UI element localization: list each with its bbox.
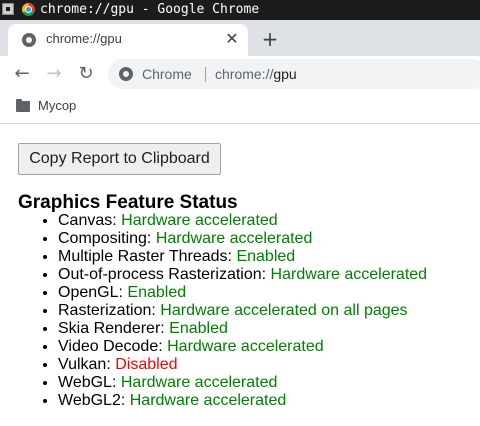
url-text[interactable]: chrome://gpu bbox=[215, 66, 297, 82]
feature-name: WebGL: bbox=[58, 374, 117, 391]
copy-report-button[interactable]: Copy Report to Clipboard bbox=[18, 143, 221, 175]
feature-status: Hardware accelerated bbox=[167, 338, 324, 355]
reload-icon[interactable]: ↻ bbox=[74, 62, 98, 86]
folder-icon[interactable] bbox=[16, 99, 30, 112]
omnibox-separator bbox=[205, 67, 206, 82]
feature-status-list: Canvas: Hardware acceleratedCompositing:… bbox=[18, 212, 427, 410]
chrome-logo-icon bbox=[22, 3, 35, 16]
tab-title: chrome://gpu bbox=[46, 31, 122, 46]
new-tab-button[interactable]: + bbox=[258, 28, 282, 52]
section-title: Graphics Feature Status bbox=[18, 192, 238, 213]
feature-status: Hardware accelerated bbox=[129, 392, 287, 409]
bookmark-folder-mycop[interactable]: Mycop bbox=[38, 98, 76, 113]
feature-status: Hardware accelerated bbox=[155, 230, 313, 247]
os-title-bar: chrome://gpu - Google Chrome bbox=[0, 0, 480, 20]
tab-strip: chrome://gpu ✕ + bbox=[0, 20, 480, 56]
feature-status: Hardware accelerated bbox=[121, 212, 278, 229]
feature-item: Canvas: Hardware accelerated bbox=[58, 212, 427, 230]
feature-name: WebGL2: bbox=[58, 392, 126, 409]
feature-status: Disabled bbox=[115, 356, 178, 373]
feature-name: Video Decode: bbox=[58, 338, 163, 355]
feature-status: Enabled bbox=[169, 320, 228, 337]
feature-item: WebGL: Hardware accelerated bbox=[58, 374, 427, 392]
feature-name: Compositing: bbox=[58, 230, 152, 247]
feature-name: Out-of-process Rasterization: bbox=[58, 266, 267, 283]
feature-name: Canvas: bbox=[58, 212, 117, 229]
feature-item: WebGL2: Hardware accelerated bbox=[58, 392, 427, 410]
chrome-page-icon[interactable] bbox=[119, 67, 133, 81]
address-bar[interactable]: Chrome chrome://gpu bbox=[108, 59, 480, 89]
chrome-page-icon bbox=[22, 33, 36, 47]
window-menu-icon[interactable] bbox=[2, 3, 14, 15]
window-title: chrome://gpu - Google Chrome bbox=[40, 2, 260, 17]
url-host: gpu bbox=[273, 66, 297, 82]
feature-status: Enabled bbox=[236, 248, 296, 265]
url-scheme: chrome:// bbox=[215, 66, 274, 82]
feature-item: Rasterization: Hardware accelerated on a… bbox=[58, 302, 427, 320]
browser-toolbar: ← → ↻ Chrome chrome://gpu bbox=[0, 56, 480, 92]
close-icon[interactable]: ✕ bbox=[222, 29, 242, 49]
feature-status: Enabled bbox=[127, 284, 187, 301]
omnibox-chip: Chrome bbox=[142, 66, 192, 82]
tab-chrome-gpu[interactable]: chrome://gpu ✕ bbox=[8, 24, 248, 56]
page-content: Copy Report to Clipboard Graphics Featur… bbox=[0, 125, 480, 426]
feature-item: Skia Renderer: Enabled bbox=[58, 320, 427, 338]
feature-status: Hardware accelerated bbox=[270, 266, 428, 283]
feature-name: OpenGL: bbox=[58, 284, 123, 301]
feature-item: Video Decode: Hardware accelerated bbox=[58, 338, 427, 356]
feature-item: Out-of-process Rasterization: Hardware a… bbox=[58, 266, 427, 284]
feature-status: Hardware accelerated on all pages bbox=[160, 302, 408, 319]
bookmarks-bar: Mycop bbox=[0, 92, 480, 124]
feature-item: Multiple Raster Threads: Enabled bbox=[58, 248, 427, 266]
forward-arrow-icon[interactable]: → bbox=[42, 62, 66, 86]
feature-item: OpenGL: Enabled bbox=[58, 284, 427, 302]
feature-name: Rasterization: bbox=[58, 302, 156, 319]
feature-item: Vulkan: Disabled bbox=[58, 356, 427, 374]
feature-name: Multiple Raster Threads: bbox=[58, 248, 232, 265]
feature-name: Vulkan: bbox=[58, 356, 111, 373]
back-arrow-icon[interactable]: ← bbox=[10, 62, 34, 86]
feature-status: Hardware accelerated bbox=[120, 374, 278, 391]
feature-name: Skia Renderer: bbox=[58, 320, 165, 337]
feature-item: Compositing: Hardware accelerated bbox=[58, 230, 427, 248]
